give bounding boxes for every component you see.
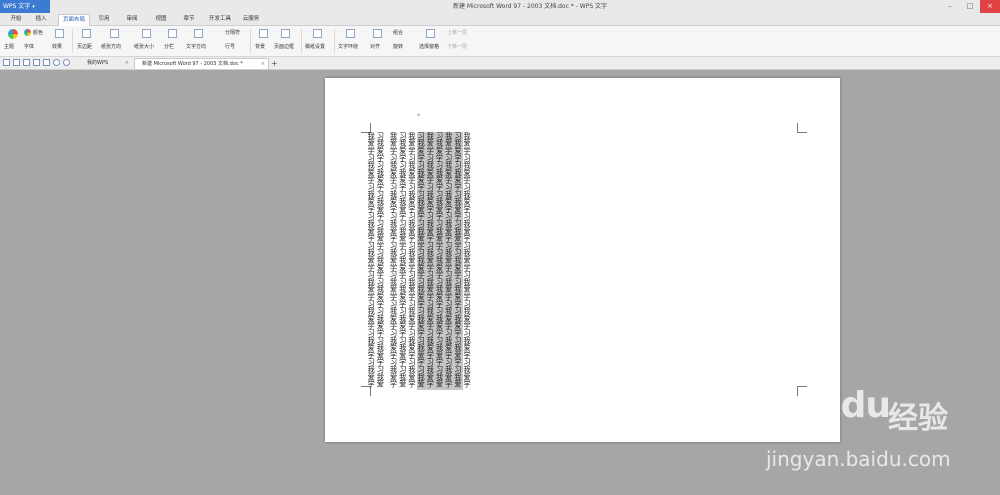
theme-icon[interactable] [8, 29, 18, 39]
chevron-down-icon: ▾ [32, 4, 35, 10]
ribbon: 主题 颜色 字体 效果 页边距 纸张方向 纸张大小 分栏 文字方向 分隔符 行号… [0, 26, 1000, 57]
title-bar: WPS 文字 ▾ 新建 Microsoft Word 97 - 2003 文档.d… [0, 0, 1000, 13]
menu-tabs: 开始 插入 页面布局 引用 审阅 视图 章节 开发工具 云服务 [0, 13, 1000, 26]
text-column: 我爱学习我爱学习我爱学习我爱学习我爱学习我爱学习我爱学习我爱学习我爱学习我爱学习… [444, 132, 454, 390]
tab-cloud[interactable]: 云服务 [238, 14, 264, 25]
tab-view[interactable]: 视图 [151, 14, 171, 25]
text-direction-icon [194, 29, 203, 38]
text-column: 我爱学习我爱学习我爱学习我爱学习我爱学习我爱学习我爱学习我爱学习我爱学习我爱学习… [407, 132, 417, 388]
text-column: 习我爱学习我爱学习我爱学习我爱学习我爱学习我爱学习我爱学习我爱学习我爱学习我爱学… [376, 132, 386, 388]
wrap-icon [346, 29, 355, 38]
page-border-button[interactable]: 页面边框 [274, 43, 294, 50]
divider [72, 29, 73, 53]
watermark-logo: Bai du [768, 385, 891, 426]
effects-button[interactable]: 效果 [52, 43, 62, 50]
align-icon [373, 29, 382, 38]
bring-forward-button[interactable]: 上移一层 [447, 29, 467, 36]
close-icon[interactable]: × [980, 0, 1000, 13]
text-column: 我爱学习我爱学习我爱学习我爱学习我爱学习我爱学习我爱学习我爱学习我爱学习我爱学习… [426, 132, 436, 390]
manuscript-button[interactable]: 稿纸设置 [305, 43, 325, 50]
redo-icon[interactable] [63, 59, 70, 66]
breaks-button[interactable]: 分隔符 [225, 29, 240, 36]
watermark-text: 经验 [888, 401, 948, 436]
divider [334, 29, 335, 53]
group-button[interactable]: 组合 [393, 29, 403, 36]
preview-icon[interactable] [43, 59, 50, 66]
columns-icon [168, 29, 177, 38]
divider [301, 29, 302, 53]
divider [250, 29, 251, 53]
print-icon[interactable] [33, 59, 40, 66]
doc-tab-label: 新建 Microsoft Word 97 - 2003 文档.doc * [142, 61, 243, 67]
window-title: 新建 Microsoft Word 97 - 2003 文档.doc * - W… [452, 3, 608, 10]
margins-button[interactable]: 页边距 [77, 43, 92, 50]
minimize-icon[interactable]: – [940, 0, 960, 13]
wrap-button[interactable]: 文字环绕 [338, 43, 358, 50]
new-file-icon[interactable] [3, 59, 10, 66]
manuscript-icon [313, 29, 322, 38]
tab-insert[interactable]: 插入 [31, 14, 51, 25]
background-icon [259, 29, 268, 38]
text-column: 我爱学习我爱学习我爱学习我爱学习我爱学习我爱学习我爱学习我爱学习我爱学习我爱学习 [463, 132, 473, 388]
doc-tab-label: 我的WPS [87, 60, 109, 66]
quick-access-bar: 我的WPS × 新建 Microsoft Word 97 - 2003 文档.d… [0, 57, 1000, 70]
align-button[interactable]: 对齐 [370, 43, 380, 50]
page-size-icon [142, 29, 151, 38]
page-size-button[interactable]: 纸张大小 [134, 43, 154, 50]
selection-pane-icon [426, 29, 435, 38]
save-icon[interactable] [23, 59, 30, 66]
tab-home[interactable]: 开始 [6, 14, 26, 25]
colors-button[interactable]: 颜色 [33, 29, 43, 36]
new-tab-icon[interactable]: + [271, 58, 278, 69]
tab-section[interactable]: 章节 [179, 14, 199, 25]
columns-button[interactable]: 分栏 [164, 43, 174, 50]
tab-references[interactable]: 引用 [94, 14, 114, 25]
maximize-icon[interactable]: □ [960, 0, 980, 13]
doc-tab-current[interactable]: 新建 Microsoft Word 97 - 2003 文档.doc * × [134, 58, 269, 69]
rotate-button[interactable]: 旋转 [393, 43, 403, 50]
text-column: 我爱学习我爱学习我爱学习我爱学习我爱学习我爱学习我爱学习我爱学习我爱学习我爱学习… [389, 132, 399, 388]
vertical-text-body[interactable]: 我爱学习我爱学习我爱学习我爱学习我爱学习我爱学习我爱学习我爱学习我爱学 习我爱学习… [367, 132, 472, 390]
app-name: WPS 文字 [3, 3, 31, 10]
paragraph-mark-icon: ⌖ [417, 112, 421, 119]
background-button[interactable]: 背景 [255, 43, 265, 50]
text-column: 习我爱学习我爱学习我爱学习我爱学习我爱学习我爱学习我爱学习我爱学习我爱学习我爱学… [435, 132, 445, 390]
undo-icon[interactable] [53, 59, 60, 66]
watermark-url: jingyan.baidu.com [766, 447, 951, 471]
margins-icon [82, 29, 91, 38]
close-icon[interactable]: × [125, 58, 129, 69]
text-column: 我爱学习我爱学习我爱学习我爱学习我爱学习我爱学习我爱学习我爱学习我爱学习我爱学习… [367, 132, 377, 388]
page-border-icon [281, 29, 290, 38]
watermark: Bai du 经验 jingyan.baidu.com [760, 385, 1000, 495]
text-column: 习我爱学习我爱学习我爱学习我爱学习我爱学习我爱学习我爱学习我爱学习我爱学习我爱学… [416, 132, 427, 390]
open-icon[interactable] [13, 59, 20, 66]
doc-tab-my-wps[interactable]: 我的WPS × [76, 58, 132, 69]
app-menu-button[interactable]: WPS 文字 ▾ [0, 0, 50, 13]
tab-review[interactable]: 审阅 [122, 14, 142, 25]
selection-pane-button[interactable]: 选择窗格 [419, 43, 439, 50]
fonts-button[interactable]: 字体 [24, 43, 34, 50]
tab-developer[interactable]: 开发工具 [205, 14, 235, 25]
text-column: 习我爱学习我爱学习我爱学习我爱学习我爱学习我爱学习我爱学习我爱学习我爱学习我爱学… [453, 132, 463, 390]
orientation-icon [110, 29, 119, 38]
window-controls: – □ × [940, 0, 1000, 13]
orientation-button[interactable]: 纸张方向 [101, 43, 121, 50]
send-backward-button[interactable]: 下移一层 [447, 43, 467, 50]
close-icon[interactable]: × [261, 59, 265, 70]
theme-button[interactable]: 主题 [4, 43, 14, 50]
line-numbers-button[interactable]: 行号 [225, 43, 235, 50]
text-column: 习我爱学习我爱学习我爱学习我爱学习我爱学习我爱学习我爱学习我爱学习我爱学习我爱学… [398, 132, 408, 388]
effects-icon [55, 29, 64, 38]
colors-icon [24, 29, 31, 36]
margin-corner [797, 123, 807, 133]
tab-page-layout[interactable]: 页面布局 [58, 14, 90, 26]
text-direction-button[interactable]: 文字方向 [186, 43, 206, 50]
